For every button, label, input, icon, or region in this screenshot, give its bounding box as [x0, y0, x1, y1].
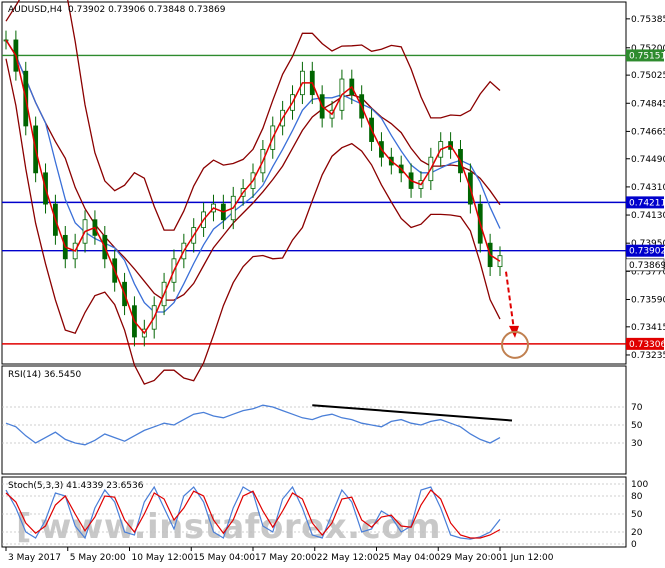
time-tick-label: 25 May 04:00 — [379, 553, 441, 563]
rsi-level-label: 30 — [631, 439, 643, 449]
rsi-title: RSI(14) 36.5450 — [8, 370, 81, 380]
stoch-level-label: 0 — [631, 540, 637, 550]
symbol-label: AUDUSD,H4 — [8, 5, 63, 15]
price-tick-label: 0.73590 — [631, 295, 665, 305]
rsi-level-label: 50 — [631, 421, 643, 431]
stoch-level-label: 20 — [631, 528, 643, 538]
time-tick-label: 17 May 20:00 — [255, 553, 317, 563]
stoch-level-label: 80 — [631, 492, 643, 502]
stoch-level-label: 50 — [631, 510, 643, 520]
price-tick-label: 0.75025 — [631, 71, 665, 81]
ohlc-values: 0.73902 0.73906 0.73848 0.73869 — [68, 5, 226, 15]
price-tick-label: 0.75385 — [631, 15, 665, 25]
time-tick-label: 3 May 2017 — [8, 553, 61, 563]
time-tick-label: 10 May 12:00 — [132, 553, 194, 563]
price-tick-label: 0.74130 — [631, 211, 665, 221]
price-tick-label: 0.74310 — [631, 183, 665, 193]
price-tick-label: 0.74845 — [631, 99, 665, 109]
level-tag-label: 0.73306 — [629, 340, 665, 350]
time-tick-label: 1 Jun 12:00 — [502, 553, 554, 563]
price-tick-label: 0.73415 — [631, 323, 665, 333]
chart-canvas: [ www.instaforex.com 0.753850.752000.750… — [1, 0, 665, 563]
price-tick-label: 0.74490 — [631, 155, 665, 165]
time-tick-label: 15 May 04:00 — [193, 553, 255, 563]
level-tag-label: 0.74211 — [629, 198, 665, 208]
stoch-title: Stoch(5,3,3) 41.4339 23.6536 — [8, 481, 144, 491]
rsi-level-label: 70 — [631, 403, 643, 413]
chart-stage: [ www.instaforex.com 0.75385 0.75200 0.750… — [0, 0, 665, 568]
current-price-label: 0.73869 — [629, 261, 665, 271]
price-tick-label: 0.73235 — [631, 351, 665, 361]
rsi-panel-frame — [1, 365, 627, 475]
price-panel-frame — [1, 1, 627, 365]
time-tick-label: 5 May 20:00 — [70, 553, 126, 563]
price-tick-label: 0.74665 — [631, 127, 665, 137]
stoch-level-label: 100 — [631, 480, 648, 490]
level-tag-label: 0.73902 — [629, 247, 665, 257]
time-tick-label: 29 May 20:00 — [440, 553, 502, 563]
time-tick-label: 22 May 12:00 — [317, 553, 379, 563]
level-tag-label: 0.75151 — [629, 51, 665, 61]
